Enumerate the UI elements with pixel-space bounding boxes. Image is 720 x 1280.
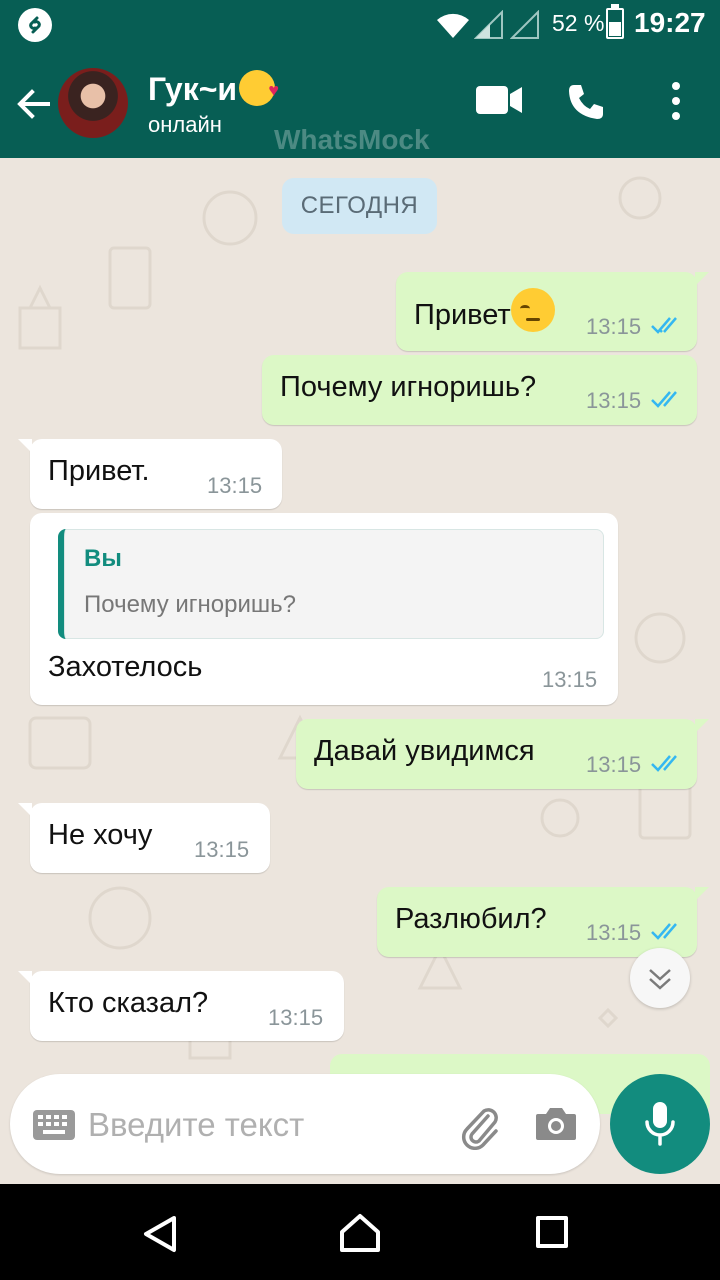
bubble-tail	[18, 971, 32, 985]
message-bubble-incoming[interactable]: Кто сказал? 13:15	[18, 971, 344, 1041]
camera-icon[interactable]	[534, 1106, 578, 1142]
message-bubble-outgoing[interactable]: Почему игноришь? 13:15	[262, 355, 697, 425]
system-nav-bar	[0, 1184, 720, 1280]
message-text-content: Привет	[414, 299, 511, 331]
message-bubble-incoming[interactable]: Не хочу 13:15	[18, 803, 270, 873]
chevron-double-down-icon	[649, 969, 671, 990]
chat-area[interactable]: СЕГОДНЯ Привет 13:15 Почему игноришь? 13…	[0, 158, 720, 1184]
avatar[interactable]	[58, 68, 128, 138]
bubble-tail	[18, 439, 32, 453]
watermark: WhatsMock	[274, 124, 430, 155]
message-time: 13:15	[194, 837, 250, 862]
date-chip: СЕГОДНЯ	[282, 178, 437, 234]
double-check-icon	[651, 923, 677, 940]
bubble-tail	[695, 272, 709, 286]
pensive-emoji-icon	[510, 288, 555, 332]
message-bubble-incoming-reply[interactable]: Вы Почему игноришь? Захотелось 13:15	[30, 513, 618, 705]
nav-recent-icon[interactable]	[536, 1216, 568, 1248]
message-text: Кто сказал?	[48, 987, 209, 1019]
message-text: Почему игноришь?	[280, 371, 537, 403]
message-text: Привет.	[48, 455, 150, 487]
video-call-icon[interactable]	[474, 84, 524, 116]
message-time: 13:15	[268, 1005, 324, 1030]
message-text: Разлюбил?	[395, 903, 547, 935]
bubble-tail	[695, 719, 709, 733]
double-check-icon	[651, 391, 677, 408]
double-check-icon	[651, 317, 677, 334]
scroll-to-bottom-button[interactable]	[630, 948, 690, 1008]
message-time: 13:15	[586, 314, 642, 339]
message-time: 13:15	[586, 752, 642, 777]
message-input-bar[interactable]: Введите текст	[10, 1074, 600, 1174]
message-time: 13:15	[207, 473, 263, 498]
bubble-tail	[18, 803, 32, 817]
status-bar: 52 % 19:27	[0, 0, 720, 48]
message-text: Захотелось	[48, 651, 203, 683]
contact-status: онлайн	[148, 112, 222, 137]
bubble-tail	[695, 887, 709, 901]
quoted-message[interactable]: Вы Почему игноришь?	[58, 529, 604, 639]
status-time: 19:27	[634, 7, 706, 38]
signal-icon	[474, 10, 503, 39]
nav-home-icon[interactable]	[338, 1212, 382, 1254]
back-arrow-icon[interactable]	[14, 84, 54, 124]
quoted-author: Вы	[84, 545, 122, 572]
more-vert-icon[interactable]	[664, 82, 688, 122]
mic-button[interactable]	[610, 1074, 710, 1174]
message-bubble-incoming[interactable]: Привет. 13:15	[18, 439, 282, 509]
message-time: 13:15	[586, 388, 642, 413]
phone-icon[interactable]	[566, 82, 606, 122]
nav-back-icon[interactable]	[140, 1214, 180, 1254]
message-input[interactable]: Введите текст	[88, 1106, 304, 1144]
message-bubble-outgoing[interactable]: Привет 13:15	[396, 272, 709, 351]
message-text: Привет	[414, 288, 555, 332]
battery-percent: 52 %	[552, 10, 605, 36]
kiss-emoji-icon	[239, 70, 279, 106]
message-time: 13:15	[586, 920, 642, 945]
mic-icon	[645, 1102, 675, 1146]
paperclip-icon[interactable]	[458, 1102, 502, 1150]
battery-icon	[606, 4, 624, 39]
contact-name-text: Гук~и	[148, 71, 238, 107]
wifi-icon	[437, 13, 469, 38]
quoted-text: Почему игноришь?	[84, 591, 296, 618]
shazam-icon	[18, 8, 52, 42]
contact-name[interactable]: Гук~и	[148, 70, 279, 108]
message-bubble-outgoing[interactable]: Разлюбил? 13:15	[377, 887, 709, 957]
keyboard-icon[interactable]	[32, 1109, 76, 1141]
message-text: Не хочу	[48, 819, 153, 851]
message-bubble-outgoing[interactable]: Давай увидимся 13:15	[296, 719, 709, 789]
message-time: 13:15	[542, 667, 598, 692]
chat-header: Гук~и онлайн WhatsMock	[0, 48, 720, 158]
message-text: Давай увидимся	[314, 735, 535, 767]
signal-icon	[510, 10, 539, 39]
double-check-icon	[651, 755, 677, 772]
